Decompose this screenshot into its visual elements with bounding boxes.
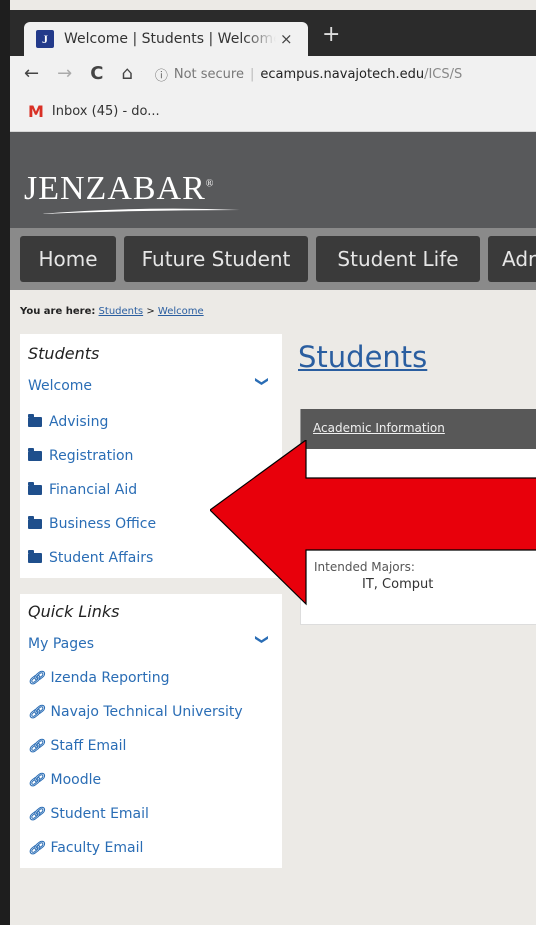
quick-link-student-email[interactable]: 🔗︎ Student Email	[28, 806, 149, 822]
close-icon[interactable]: ×	[280, 30, 293, 48]
sidebar-item-welcome[interactable]: Welcome	[28, 378, 92, 394]
tab-title: Welcome | Students | Welcome	[64, 31, 276, 47]
sidebar-item-business-office[interactable]: Business Office	[28, 516, 156, 532]
sidebar-item-student-affairs[interactable]: Student Affairs	[28, 550, 153, 566]
folder-icon	[28, 516, 42, 529]
quick-link-label: Student Email	[50, 806, 149, 822]
breadcrumb-students[interactable]: Students	[99, 306, 144, 317]
academic-info-link[interactable]: Academic Information	[313, 421, 445, 435]
url-path[interactable]: /ICS/S	[424, 67, 462, 82]
quick-link-faculty-email[interactable]: 🔗︎ Faculty Email	[28, 840, 143, 856]
url-divider: |	[249, 66, 255, 82]
chevron-down-icon[interactable]: ❯	[254, 376, 269, 387]
sidebar-item-label: Registration	[49, 448, 134, 464]
sidebar-heading-students: Students	[28, 344, 100, 363]
quick-link-label: Staff Email	[50, 738, 127, 754]
breadcrumb-welcome[interactable]: Welcome	[158, 306, 204, 317]
bookmark-inbox[interactable]: Inbox (45) - do...	[52, 104, 160, 119]
url-host[interactable]: ecampus.navajotech.edu	[260, 67, 424, 82]
browser-window: J Welcome | Students | Welcome × + ← → C…	[10, 0, 536, 925]
nav-admissions[interactable]: Adr	[488, 236, 536, 282]
jenzabar-favicon-icon: J	[36, 30, 54, 48]
quick-link-label: Moodle	[50, 772, 102, 788]
tab-strip: J Welcome | Students | Welcome × +	[10, 10, 536, 56]
nav-student-life[interactable]: Student Life	[316, 236, 480, 282]
link-icon: 🔗︎	[28, 670, 45, 686]
new-tab-icon[interactable]: +	[322, 24, 340, 46]
sidebar-item-registration[interactable]: Registration	[28, 448, 133, 464]
red-arrow-annotation	[210, 440, 536, 606]
folder-icon	[28, 448, 42, 461]
link-icon: 🔗︎	[28, 806, 45, 822]
forward-arrow-icon[interactable]: →	[57, 65, 72, 83]
breadcrumb-prefix: You are here:	[20, 306, 96, 317]
nav-home[interactable]: Home	[20, 236, 116, 282]
quick-link-izenda[interactable]: 🔗︎ Izenda Reporting	[28, 670, 169, 686]
main-nav: Home Future Student Student Life Adr	[10, 228, 536, 290]
site-header: JENZABAR®	[10, 132, 536, 228]
gmail-icon: M	[28, 102, 44, 121]
sidebar-item-label: Business Office	[49, 516, 157, 532]
sidebar-item-my-pages[interactable]: My Pages	[28, 636, 94, 652]
registered-mark: ®	[205, 178, 215, 190]
folder-icon	[28, 550, 42, 563]
link-icon: 🔗︎	[28, 738, 45, 754]
link-icon: 🔗︎	[28, 704, 45, 720]
breadcrumb-separator: >	[146, 306, 155, 317]
sidebar-item-label: Financial Aid	[49, 482, 138, 498]
folder-icon	[28, 414, 42, 427]
quick-link-moodle[interactable]: 🔗︎ Moodle	[28, 772, 101, 788]
sidebar-item-financial-aid[interactable]: Financial Aid	[28, 482, 137, 498]
quick-link-label: Navajo Technical University	[50, 704, 243, 720]
quick-link-staff-email[interactable]: 🔗︎ Staff Email	[28, 738, 126, 754]
quick-link-label: Izenda Reporting	[50, 670, 170, 686]
browser-toolbar: ← → C ⌂ ⓘ Not secure | ecampus.navajotec…	[10, 56, 536, 92]
reload-icon[interactable]: C	[90, 65, 103, 83]
browser-tab[interactable]: J Welcome | Students | Welcome ×	[24, 22, 308, 56]
info-icon[interactable]: ⓘ	[155, 65, 168, 84]
sidebar-item-label: Student Affairs	[49, 550, 154, 566]
security-label[interactable]: Not secure	[174, 67, 244, 82]
jenzabar-logo[interactable]: JENZABAR®	[24, 170, 214, 208]
sidebar-quick-links: Quick Links My Pages ❯ 🔗︎ Izenda Reportin…	[20, 594, 282, 868]
link-icon: 🔗︎	[28, 840, 45, 856]
back-arrow-icon[interactable]: ←	[24, 65, 39, 83]
link-icon: 🔗︎	[28, 772, 45, 788]
sidebar-item-label: Advising	[49, 414, 109, 430]
sidebar-heading-quick-links: Quick Links	[28, 602, 120, 621]
quick-link-label: Faculty Email	[50, 840, 144, 856]
chevron-down-icon[interactable]: ❯	[254, 634, 269, 645]
bookmarks-bar: M Inbox (45) - do...	[10, 92, 536, 132]
sidebar-item-advising[interactable]: Advising	[28, 414, 108, 430]
nav-future-student[interactable]: Future Student	[124, 236, 308, 282]
home-icon[interactable]: ⌂	[121, 65, 132, 83]
folder-icon	[28, 482, 42, 495]
page-title[interactable]: Students	[298, 340, 427, 374]
logo-text: JENZABAR	[24, 170, 206, 207]
breadcrumb: You are here: Students > Welcome	[20, 306, 204, 317]
quick-link-ntu[interactable]: 🔗︎ Navajo Technical University	[28, 704, 243, 720]
logo-swoosh	[40, 208, 240, 214]
